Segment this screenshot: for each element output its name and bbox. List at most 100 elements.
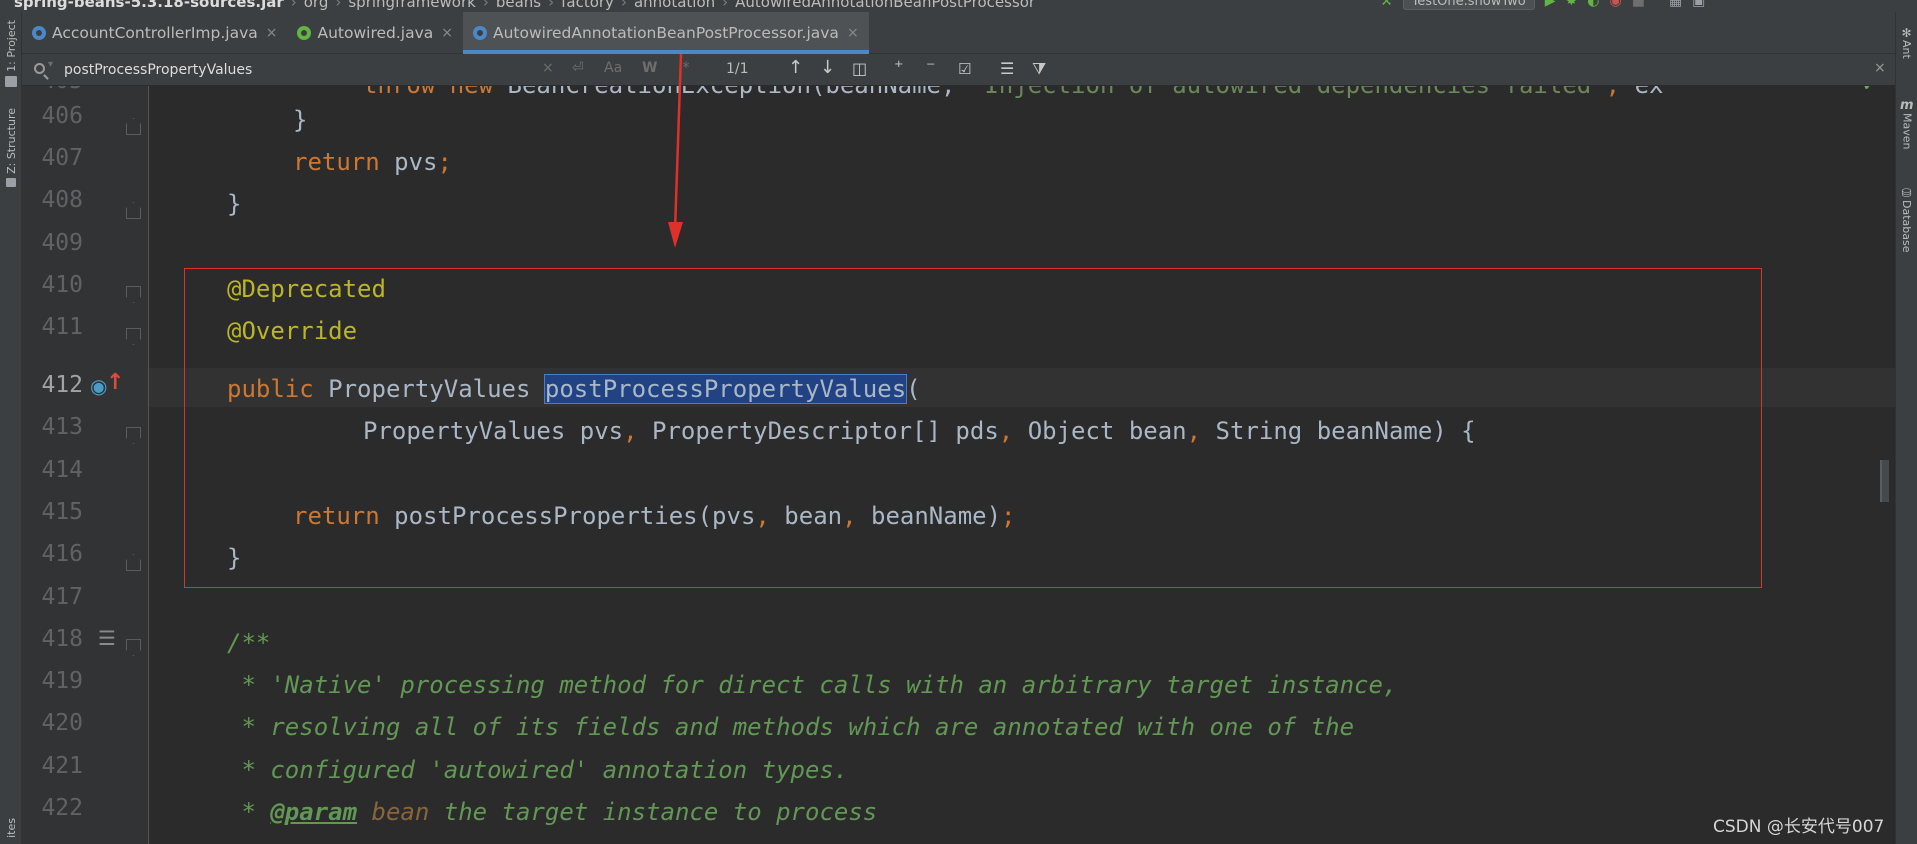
- structure-tool-tab[interactable]: Z: Structure: [2, 108, 20, 187]
- match-case-toggle[interactable]: Aa: [604, 60, 622, 76]
- select-all-occurrences-icon[interactable]: ☑: [958, 60, 971, 78]
- close-find-bar-icon[interactable]: ×: [1874, 60, 1886, 76]
- maven-tool-tab[interactable]: m Maven: [1900, 98, 1914, 149]
- tab-account-controller-imp[interactable]: AccountControllerImp.java ×: [22, 12, 287, 54]
- search-input[interactable]: [64, 58, 504, 82]
- database-tool-label: Database: [1900, 200, 1913, 253]
- breadcrumb-class[interactable]: AutowiredAnnotationBeanPostProcessor: [735, 0, 1035, 11]
- code-line-419: * 'Native' processing method for direct …: [227, 671, 1398, 699]
- ant-tool-tab[interactable]: ✻ Ant: [1900, 26, 1913, 59]
- breadcrumb-factory[interactable]: factory: [561, 0, 614, 11]
- navigation-bar: spring-beans-5.3.18-sources.jar › org › sp…: [0, 0, 1917, 12]
- left-tool-window-bar: 1: Project Z: Structure ites: [0, 12, 22, 844]
- line-number: 412: [41, 372, 83, 398]
- breadcrumb-beans[interactable]: beans: [496, 0, 541, 11]
- breadcrumb-jar[interactable]: spring-beans-5.3.18-sources.jar: [14, 0, 284, 11]
- run-toolbar: ⚒ TestOne.showTwo ▶ ✸ ◐ ◉ ■ ▦ ▣: [1380, 0, 1705, 10]
- ant-icon: ✻: [1901, 26, 1912, 40]
- breadcrumb-annotation[interactable]: annotation: [634, 0, 715, 11]
- code-line-406: }: [293, 106, 308, 134]
- find-bar: ▾ × ⏎ Aa W .* 1/1 ↑ ↓ ◫ ⁺ ⁻ ☑ ☰ ⧩ ×: [22, 54, 1895, 86]
- run-icon[interactable]: ▶: [1545, 0, 1556, 9]
- project-structure-icon[interactable]: ▦: [1669, 0, 1682, 9]
- favorites-tool-tab[interactable]: ites: [2, 818, 20, 838]
- next-occurrence-icon[interactable]: ↓: [820, 57, 835, 78]
- code-line-418: /**: [227, 629, 271, 657]
- highlight-box: [184, 268, 1762, 588]
- search-icon[interactable]: [34, 63, 45, 74]
- fold-marker-icon[interactable]: [126, 328, 141, 345]
- breadcrumb-springframework[interactable]: springframework: [348, 0, 475, 11]
- tab-autowired[interactable]: Autowired.java ×: [287, 12, 463, 54]
- fold-marker-icon[interactable]: [126, 202, 141, 219]
- filter-settings-icon[interactable]: ☰: [1000, 59, 1014, 78]
- run-configuration-select[interactable]: TestOne.showTwo: [1402, 0, 1535, 10]
- line-number: 411: [41, 314, 83, 340]
- close-icon[interactable]: ×: [441, 25, 453, 41]
- search-history-chevron-icon[interactable]: ▾: [48, 59, 53, 70]
- maven-tool-label: Maven: [1900, 113, 1914, 150]
- fold-marker-icon[interactable]: [126, 554, 141, 571]
- line-number: 407: [41, 145, 83, 171]
- right-tool-window-bar: ✻ Ant m Maven ⛁ Database: [1895, 12, 1917, 844]
- code-line-420: * resolving all of its fields and method…: [227, 713, 1355, 741]
- previous-occurrence-icon[interactable]: ↑: [788, 57, 803, 78]
- database-icon: ⛁: [1901, 186, 1912, 200]
- fold-marker-icon[interactable]: [126, 286, 141, 303]
- code-line-405: throw new BeanCreationException(beanName…: [363, 86, 1663, 100]
- project-tool-label: 1: Project: [4, 20, 18, 72]
- database-tool-tab[interactable]: ⛁ Database: [1900, 186, 1913, 253]
- line-number: 405: [22, 86, 83, 94]
- add-selection-icon[interactable]: ⁺: [894, 57, 904, 78]
- new-line-icon[interactable]: ⏎: [572, 60, 584, 76]
- open-in-find-window-icon[interactable]: ◫: [852, 59, 867, 78]
- filter-icon[interactable]: ⧩: [1032, 59, 1046, 79]
- overriding-method-icon[interactable]: ◉: [90, 374, 107, 398]
- close-icon[interactable]: ×: [847, 25, 859, 41]
- spring-annotation-icon: [297, 26, 312, 40]
- line-number: 410: [41, 272, 83, 298]
- fold-marker-icon[interactable]: [126, 118, 141, 135]
- class-icon: [473, 26, 487, 40]
- line-number: 413: [41, 414, 83, 440]
- line-number: 416: [41, 541, 83, 567]
- match-count: 1/1: [726, 61, 749, 77]
- project-tool-tab[interactable]: 1: Project: [2, 20, 20, 87]
- debug-icon[interactable]: ✸: [1566, 0, 1578, 9]
- line-number: 418: [41, 626, 83, 652]
- rendered-doc-toggle-icon[interactable]: ☰: [98, 626, 116, 650]
- line-number: 422: [41, 795, 83, 821]
- stop-icon[interactable]: ■: [1632, 0, 1645, 9]
- line-number: 406: [41, 103, 83, 129]
- line-number: 420: [41, 710, 83, 736]
- close-icon[interactable]: ×: [266, 25, 278, 41]
- tab-autowired-annotation-bean-post-processor[interactable]: AutowiredAnnotationBeanPostProcessor.jav…: [463, 12, 869, 54]
- clear-search-icon[interactable]: ×: [542, 60, 554, 76]
- profile-icon[interactable]: ◉: [1609, 0, 1621, 9]
- words-toggle[interactable]: W: [642, 60, 657, 76]
- maven-icon: m: [1900, 98, 1914, 113]
- line-number: 417: [41, 584, 83, 610]
- hammer-icon[interactable]: ⚒: [1380, 0, 1393, 9]
- inspection-ok-icon[interactable]: ✓: [1861, 86, 1879, 97]
- coverage-icon[interactable]: ◐: [1587, 0, 1599, 9]
- overriding-up-arrow-icon[interactable]: ↑: [106, 370, 124, 395]
- line-number: 414: [41, 457, 83, 483]
- scrollbar-thumb[interactable]: [1880, 460, 1889, 502]
- code-line-422: * @param bean the target instance to pro…: [227, 798, 878, 826]
- fold-marker-icon[interactable]: [126, 639, 141, 656]
- breadcrumb-org[interactable]: org: [304, 0, 329, 11]
- structure-tool-label: Z: Structure: [4, 108, 18, 174]
- settings-icon[interactable]: ▣: [1692, 0, 1705, 9]
- code-line-407: return pvs;: [293, 148, 452, 176]
- tab-label: Autowired.java: [317, 24, 434, 42]
- fold-marker-icon[interactable]: [126, 427, 141, 444]
- line-number: 409: [41, 230, 83, 256]
- remove-selection-icon[interactable]: ⁻: [926, 57, 936, 78]
- tab-label: AutowiredAnnotationBeanPostProcessor.jav…: [493, 24, 839, 42]
- editor-tabs: AccountControllerImp.java × Autowired.ja…: [22, 12, 1895, 54]
- watermark: CSDN @长安代号007: [1713, 817, 1885, 837]
- breadcrumb: spring-beans-5.3.18-sources.jar › org › sp…: [14, 0, 1035, 11]
- line-number: 421: [41, 753, 83, 779]
- favorites-tool-label: ites: [4, 818, 18, 838]
